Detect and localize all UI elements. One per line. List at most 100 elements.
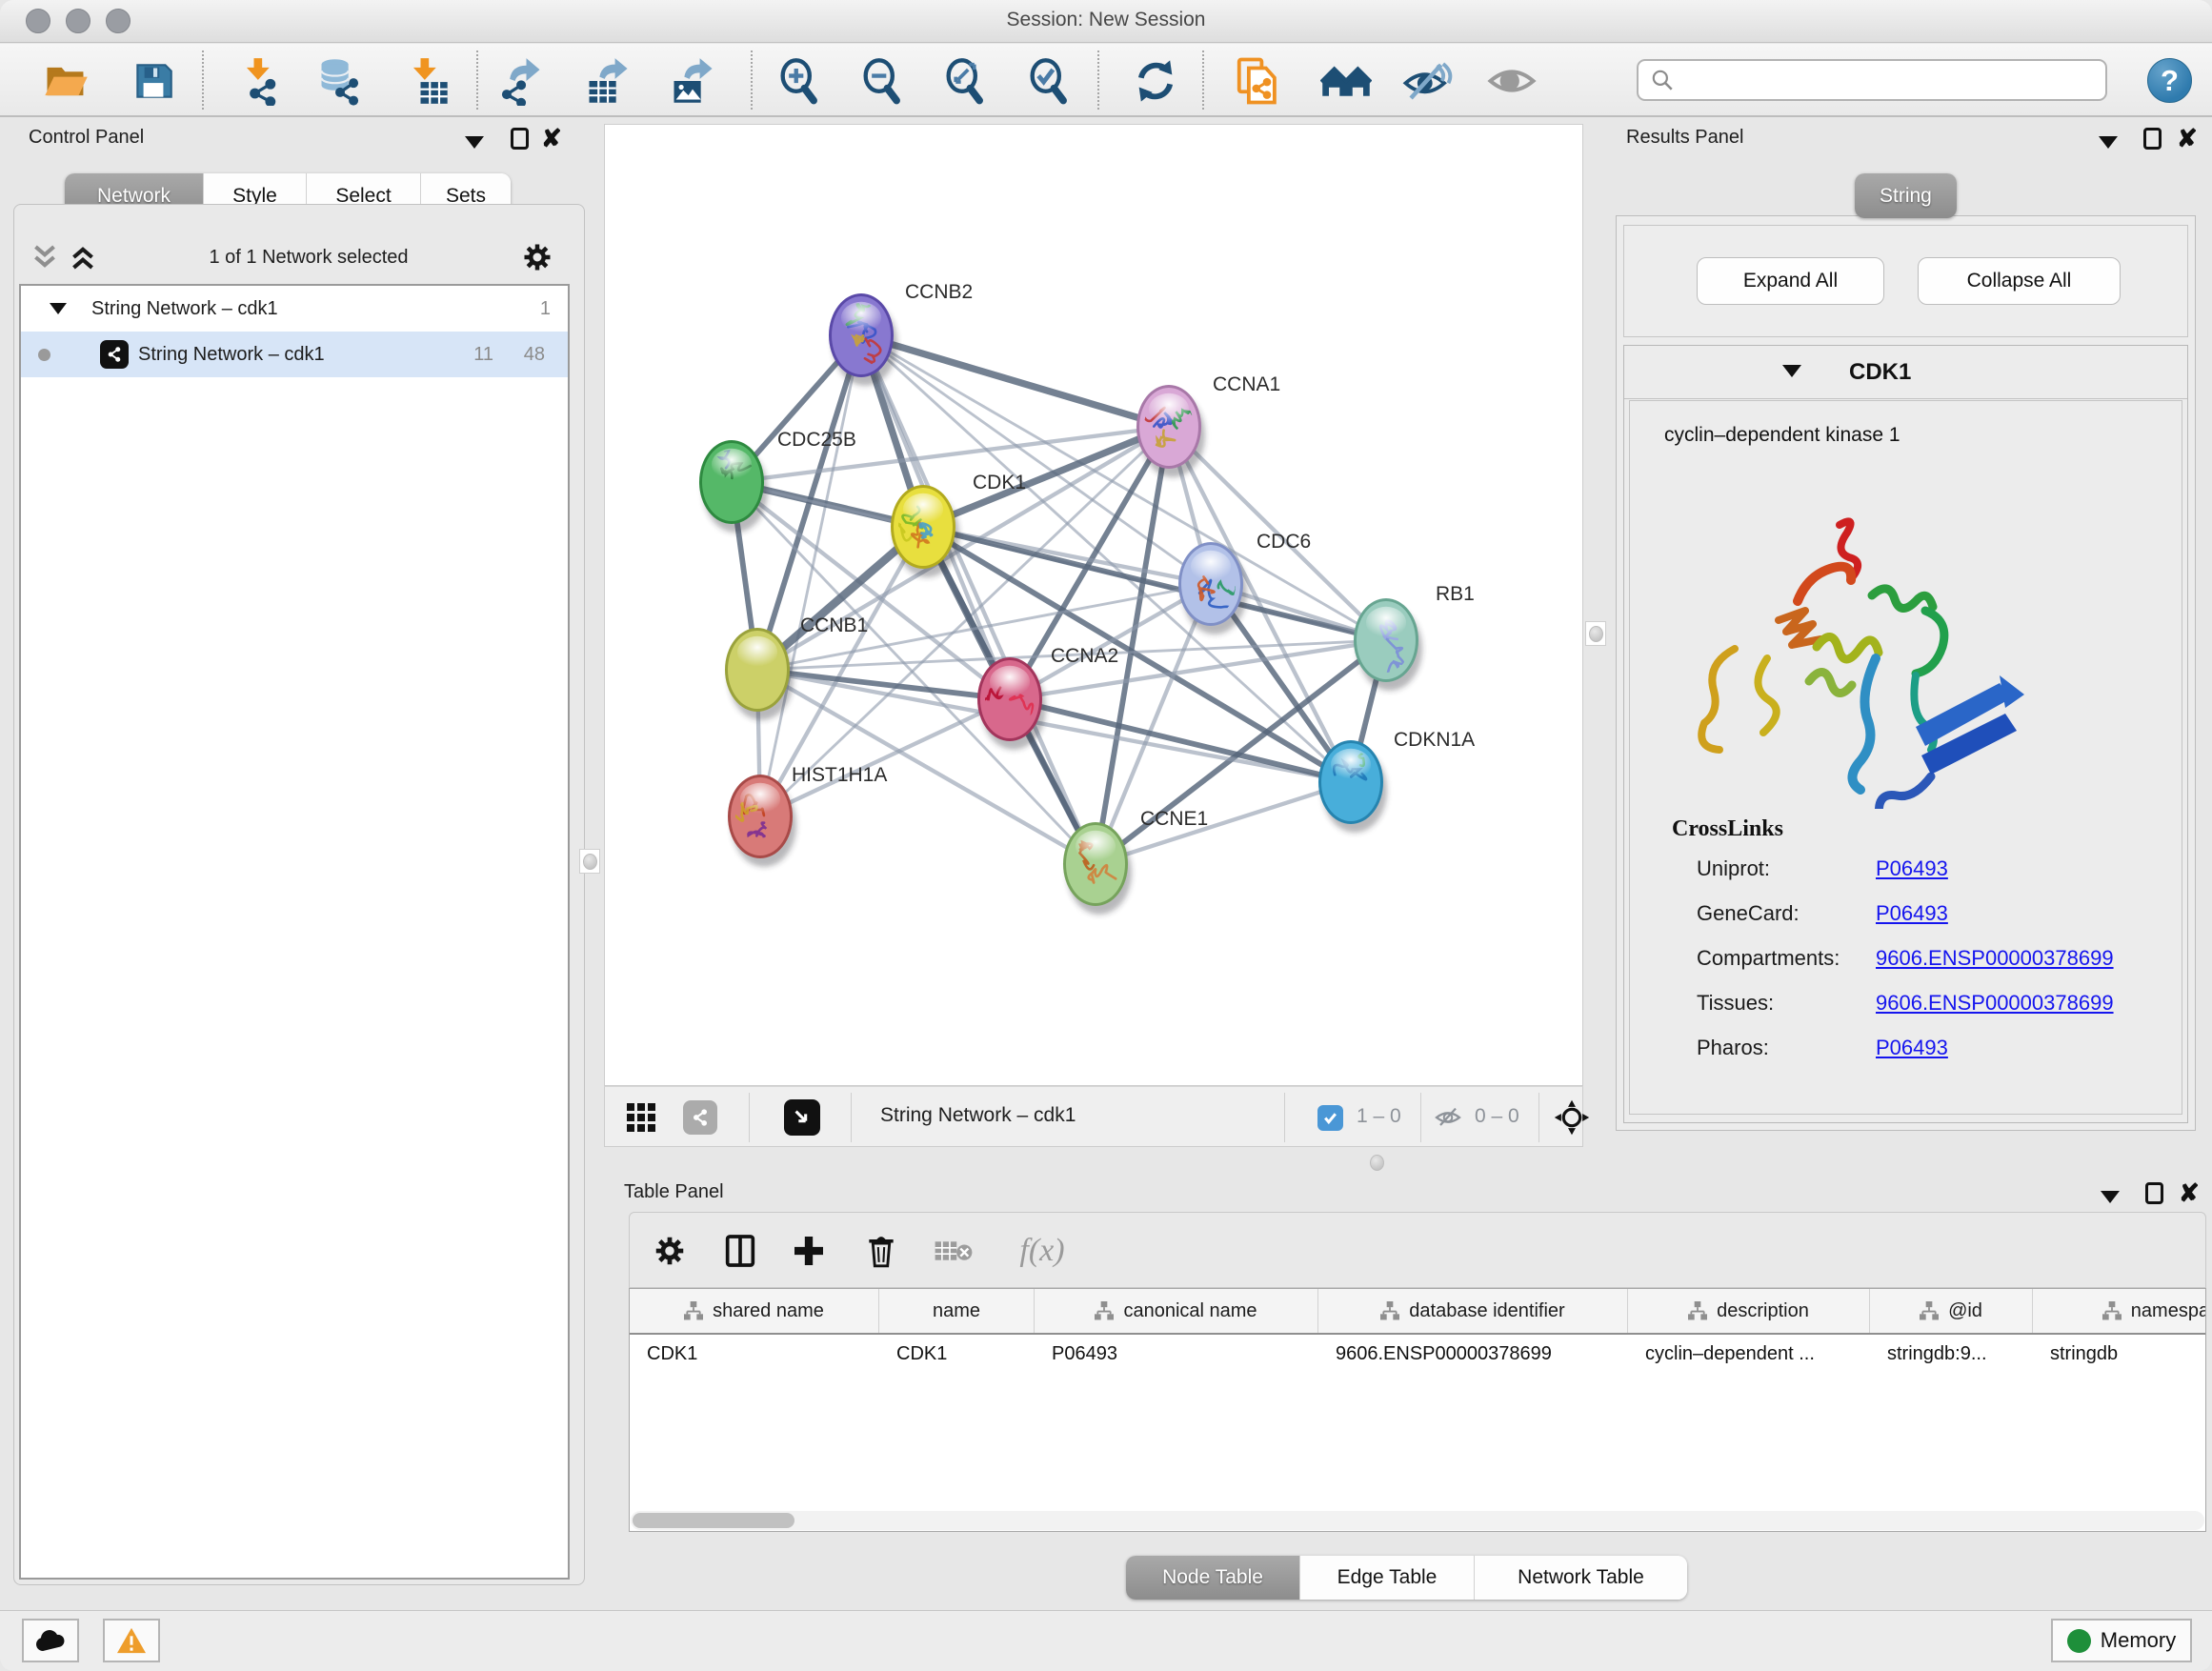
expand-all-button[interactable]: Expand All: [1697, 257, 1884, 305]
collapse-all-icon[interactable]: [30, 243, 59, 272]
import-network-from-database-button[interactable]: [312, 53, 368, 109]
control-panel-menu-button[interactable]: [465, 136, 484, 149]
table-panel-menu-button[interactable]: [2101, 1191, 2120, 1203]
network-edge-CCNB2-CCNE1[interactable]: [861, 335, 1096, 864]
gear-icon[interactable]: [520, 240, 554, 274]
network-edge-CDKN1A-CCNE1[interactable]: [1096, 782, 1351, 864]
network-collection-label: String Network – cdk1: [91, 298, 278, 320]
tab-network-table[interactable]: Network Table: [1475, 1556, 1687, 1600]
entry-gene-name: CDK1: [1849, 359, 1911, 386]
table-cell[interactable]: stringdb:9...: [1870, 1335, 2033, 1377]
network-collection-row[interactable]: String Network – cdk1 1: [21, 286, 568, 332]
crosslink-link[interactable]: 9606.ENSP00000378699: [1876, 991, 2114, 1016]
collapse-all-button[interactable]: Collapse All: [1918, 257, 2121, 305]
network-row[interactable]: String Network – cdk1 11 48: [21, 332, 568, 377]
crosshair-icon[interactable]: [1554, 1099, 1590, 1136]
cloud-status-button[interactable]: [22, 1619, 79, 1662]
zoom-fit-button[interactable]: [937, 53, 993, 109]
network-node-RB1[interactable]: RB1: [1354, 583, 1475, 691]
column-header-name[interactable]: name: [879, 1289, 1035, 1333]
column-header-namespace[interactable]: namespace: [2033, 1289, 2206, 1333]
delete-column-button[interactable]: [855, 1224, 908, 1278]
results-panel-menu-button[interactable]: [2099, 136, 2118, 149]
save-session-button[interactable]: [126, 53, 181, 109]
entry-collapse-icon[interactable]: [1782, 365, 1801, 377]
right-splitter-handle[interactable]: [1585, 621, 1606, 646]
table-cell[interactable]: 9606.ENSP00000378699: [1318, 1335, 1628, 1377]
import-table-from-file-button[interactable]: [399, 53, 454, 109]
home-button[interactable]: [1318, 53, 1374, 109]
selected-checkbox-icon[interactable]: [1317, 1105, 1343, 1131]
protein-structure-image: [1679, 513, 2038, 809]
network-canvas[interactable]: CCNB2CCNA1CDC25BCDK1CDC6RB1CCNB1CCNA2CDK…: [604, 124, 1583, 1086]
network-node-CDKN1A[interactable]: CDKN1A: [1318, 729, 1475, 833]
help-button[interactable]: ?: [2147, 58, 2192, 103]
table-panel-close-button[interactable]: ✘: [2179, 1182, 2200, 1203]
expand-all-icon[interactable]: [69, 243, 97, 272]
table-cell[interactable]: CDK1: [630, 1335, 879, 1377]
zoom-selected-button[interactable]: [1021, 53, 1076, 109]
search-icon: [1650, 68, 1675, 92]
function-builder-button[interactable]: f(x): [999, 1224, 1085, 1278]
export-image-button[interactable]: [665, 53, 720, 109]
network-edge-CCNB2-RB1[interactable]: [861, 335, 1386, 640]
table-cell[interactable]: stringdb: [2033, 1335, 2206, 1377]
refresh-view-button[interactable]: [1128, 53, 1183, 109]
control-panel-float-button[interactable]: [511, 128, 529, 150]
table-cell[interactable]: CDK1: [879, 1335, 1035, 1377]
memory-button[interactable]: Memory: [2051, 1619, 2192, 1662]
copy-network-button[interactable]: [1231, 53, 1286, 109]
results-panel-tabs: String: [1855, 173, 1957, 218]
show-all-button[interactable]: [1484, 53, 1539, 109]
left-splitter-handle[interactable]: [579, 849, 600, 874]
scrollbar-thumb[interactable]: [633, 1513, 794, 1528]
hide-selected-button[interactable]: [1399, 53, 1455, 109]
grid-view-icon[interactable]: [626, 1102, 656, 1133]
tab-string[interactable]: String: [1855, 173, 1957, 218]
results-panel-close-button[interactable]: ✘: [2177, 128, 2198, 149]
warnings-button[interactable]: [103, 1619, 160, 1662]
birds-eye-view-icon[interactable]: [784, 1099, 820, 1136]
network-edge-CCNB2-CCNA1[interactable]: [861, 335, 1169, 427]
table-panel-float-button[interactable]: [2145, 1182, 2163, 1204]
table-cell[interactable]: P06493: [1035, 1335, 1318, 1377]
table-cell[interactable]: cyclin–dependent ...: [1628, 1335, 1870, 1377]
column-header-canonical-name[interactable]: canonical name: [1035, 1289, 1318, 1333]
import-network-from-file-button[interactable]: [232, 53, 288, 109]
network-node-CCNE1[interactable]: CCNE1: [1063, 808, 1208, 915]
crosslink-link[interactable]: P06493: [1876, 856, 1948, 881]
export-network-button[interactable]: [493, 53, 548, 109]
show-columns-button[interactable]: [714, 1224, 767, 1278]
column-header-@id[interactable]: @id: [1870, 1289, 2033, 1333]
crosslink-link[interactable]: P06493: [1876, 901, 1948, 926]
table-row[interactable]: CDK1CDK1P064939606.ENSP00000378699cyclin…: [630, 1335, 2205, 1377]
zoom-out-button[interactable]: [855, 53, 910, 109]
network-edge-CCNA2-HIST1H1A[interactable]: [760, 699, 1010, 816]
open-session-button[interactable]: [38, 53, 93, 109]
crosslink-link[interactable]: 9606.ENSP00000378699: [1876, 946, 2114, 971]
table-horizontal-scrollbar[interactable]: [631, 1511, 2204, 1530]
table-settings-button[interactable]: [643, 1224, 696, 1278]
results-panel-float-button[interactable]: [2143, 128, 2162, 150]
memory-status-dot: [2067, 1629, 2091, 1653]
tab-node-table[interactable]: Node Table: [1126, 1556, 1300, 1600]
column-header-database-identifier[interactable]: database identifier: [1318, 1289, 1628, 1333]
zoom-in-button[interactable]: [772, 53, 827, 109]
crosslink-label: Tissues:: [1697, 991, 1774, 1015]
column-header-description[interactable]: description: [1628, 1289, 1870, 1333]
search-input[interactable]: [1675, 70, 2105, 91]
tab-edge-table[interactable]: Edge Table: [1300, 1556, 1475, 1600]
bottom-splitter-handle[interactable]: [1364, 1152, 1389, 1173]
delete-table-button[interactable]: [927, 1224, 980, 1278]
tree-expander-icon[interactable]: [50, 303, 67, 314]
control-panel-close-button[interactable]: ✘: [541, 128, 562, 149]
share-view-icon[interactable]: [683, 1100, 717, 1135]
hidden-eye-icon[interactable]: [1432, 1102, 1464, 1133]
column-header-shared-name[interactable]: shared name: [630, 1289, 879, 1333]
entry-header[interactable]: CDK1: [1624, 346, 2187, 399]
export-table-button[interactable]: [580, 53, 635, 109]
crosslink-link[interactable]: P06493: [1876, 1036, 1948, 1060]
network-edge-CCNB2-HIST1H1A[interactable]: [760, 335, 861, 816]
network-node-HIST1H1A[interactable]: HIST1H1A: [727, 764, 888, 867]
create-column-button[interactable]: [782, 1224, 835, 1278]
